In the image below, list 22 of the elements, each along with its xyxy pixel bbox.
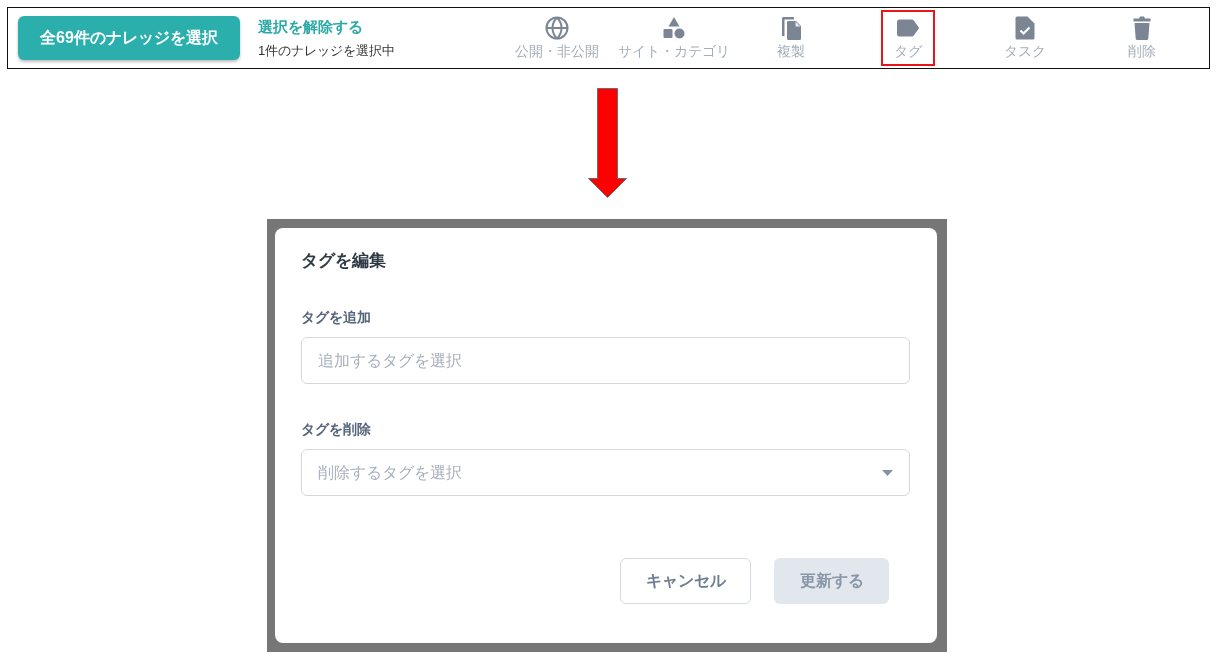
field-label: タグを追加 xyxy=(301,308,372,327)
dialog-title: タグを編集 xyxy=(301,250,387,272)
toolbar-action[interactable]: 公開・非公開 xyxy=(510,10,603,66)
checked-file-icon xyxy=(1014,16,1035,40)
toolbar-action[interactable]: サイト・カテゴリ xyxy=(615,10,732,66)
toolbar-action[interactable]: タスク xyxy=(997,10,1052,66)
select-all-button[interactable]: 全69件のナレッジを選択 xyxy=(18,16,240,60)
toolbar-action[interactable]: 複製 xyxy=(763,10,818,66)
copy-icon xyxy=(779,16,802,40)
cancel-button[interactable]: キャンセル xyxy=(620,558,751,604)
toolbar-action[interactable]: タグ xyxy=(880,10,935,66)
deselect-link[interactable]: 選択を解除する xyxy=(258,17,363,36)
tag-input-field[interactable]: 追加するタグを選択 xyxy=(301,337,910,384)
tag-icon xyxy=(895,19,920,37)
tag-select-field[interactable]: 削除するタグを選択 xyxy=(301,449,910,496)
toolbar-action[interactable]: 削除 xyxy=(1114,10,1169,66)
globe-icon xyxy=(544,16,569,40)
trash-icon xyxy=(1132,16,1151,40)
field-label: タグを削除 xyxy=(301,420,372,439)
shapes-icon xyxy=(661,16,686,40)
caret-down-icon xyxy=(882,469,893,476)
selection-count: 1件のナレッジを選択中 xyxy=(258,42,397,59)
